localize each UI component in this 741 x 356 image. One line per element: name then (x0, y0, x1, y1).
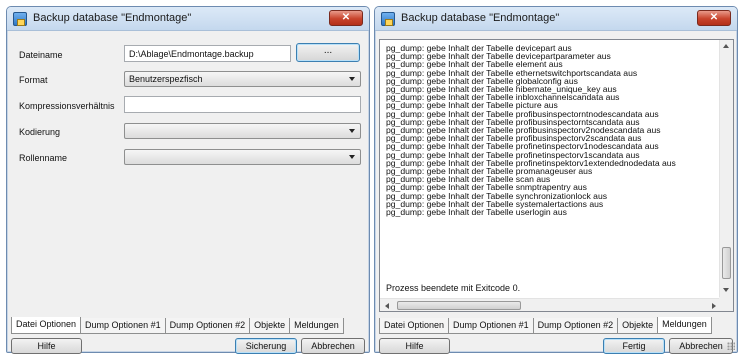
tab-dump-optionen-1[interactable]: Dump Optionen #1 (80, 318, 166, 334)
database-app-icon (381, 12, 395, 26)
dateiname-input[interactable]: D:\Ablage\Endmontage.backup (124, 45, 291, 62)
exit-code-message: Prozess beendete mit Exitcode 0. (386, 283, 521, 293)
help-button[interactable]: Hilfe (11, 338, 82, 354)
format-select-value: Benutzerspezfisch (129, 74, 203, 84)
tab-meldungen[interactable]: Meldungen (289, 318, 344, 334)
close-button[interactable]: ✕ (329, 10, 363, 26)
tab-objekte[interactable]: Objekte (249, 318, 291, 334)
window-title: Backup database "Endmontage" (401, 12, 560, 24)
title-bar[interactable]: Backup database "Endmontage" ✕ (375, 7, 737, 31)
backup-button[interactable]: Sicherung (235, 338, 297, 354)
tab-objekte[interactable]: Objekte (617, 318, 659, 334)
browse-button[interactable]: ... (296, 43, 360, 62)
chevron-down-icon (349, 77, 355, 81)
scroll-thumb[interactable] (722, 247, 731, 279)
tab-bar: Datei Optionen Dump Optionen #1 Dump Opt… (11, 317, 344, 334)
scroll-right-icon[interactable] (712, 303, 716, 309)
log-lines: pg_dump: gebe Inhalt der Tabelle devicep… (386, 44, 676, 218)
title-bar[interactable]: Backup database "Endmontage" ✕ (7, 7, 369, 31)
message-log[interactable]: pg_dump: gebe Inhalt der Tabelle devicep… (379, 39, 734, 312)
tab-datei-optionen[interactable]: Datei Optionen (11, 317, 82, 334)
tab-dump-optionen-2[interactable]: Dump Optionen #2 (164, 318, 251, 334)
cancel-button[interactable]: Abbrechen (301, 338, 365, 354)
scroll-thumb[interactable] (397, 301, 521, 310)
horizontal-scrollbar[interactable] (380, 298, 721, 311)
kompression-label: Kompressionsverhältnis (19, 101, 115, 111)
backup-dialog-messages: Backup database "Endmontage" ✕ pg_dump: … (374, 6, 738, 354)
resize-grip-icon[interactable] (727, 342, 735, 350)
window-title: Backup database "Endmontage" (33, 12, 192, 24)
chevron-down-icon (349, 155, 355, 159)
rollenname-select[interactable] (124, 149, 361, 165)
tab-meldungen[interactable]: Meldungen (657, 317, 712, 334)
scroll-up-icon[interactable] (723, 44, 729, 48)
chevron-down-icon (349, 129, 355, 133)
dateiname-label: Dateiname (19, 50, 63, 60)
tab-datei-optionen[interactable]: Datei Optionen (379, 318, 450, 334)
kodierung-label: Kodierung (19, 127, 61, 137)
format-label: Format (19, 75, 48, 85)
scroll-corner (719, 297, 733, 311)
tab-dump-optionen-2[interactable]: Dump Optionen #2 (532, 318, 619, 334)
cancel-button[interactable]: Abbrechen (669, 338, 733, 354)
done-button[interactable]: Fertig (603, 338, 665, 354)
tab-bar: Datei Optionen Dump Optionen #1 Dump Opt… (379, 317, 712, 334)
database-app-icon (13, 12, 27, 26)
log-line: pg_dump: gebe Inhalt der Tabelle userlog… (386, 207, 567, 218)
tab-dump-optionen-1[interactable]: Dump Optionen #1 (448, 318, 534, 334)
scroll-left-icon[interactable] (385, 303, 389, 309)
rollenname-label: Rollenname (19, 153, 68, 163)
vertical-scrollbar[interactable] (719, 40, 733, 298)
kodierung-select[interactable] (124, 123, 361, 139)
kompression-input[interactable] (124, 96, 361, 113)
close-button[interactable]: ✕ (697, 10, 731, 26)
scroll-down-icon[interactable] (723, 288, 729, 292)
help-button[interactable]: Hilfe (379, 338, 450, 354)
format-select[interactable]: Benutzerspezfisch (124, 71, 361, 87)
backup-dialog-options: Backup database "Endmontage" ✕ Dateiname… (6, 6, 370, 354)
